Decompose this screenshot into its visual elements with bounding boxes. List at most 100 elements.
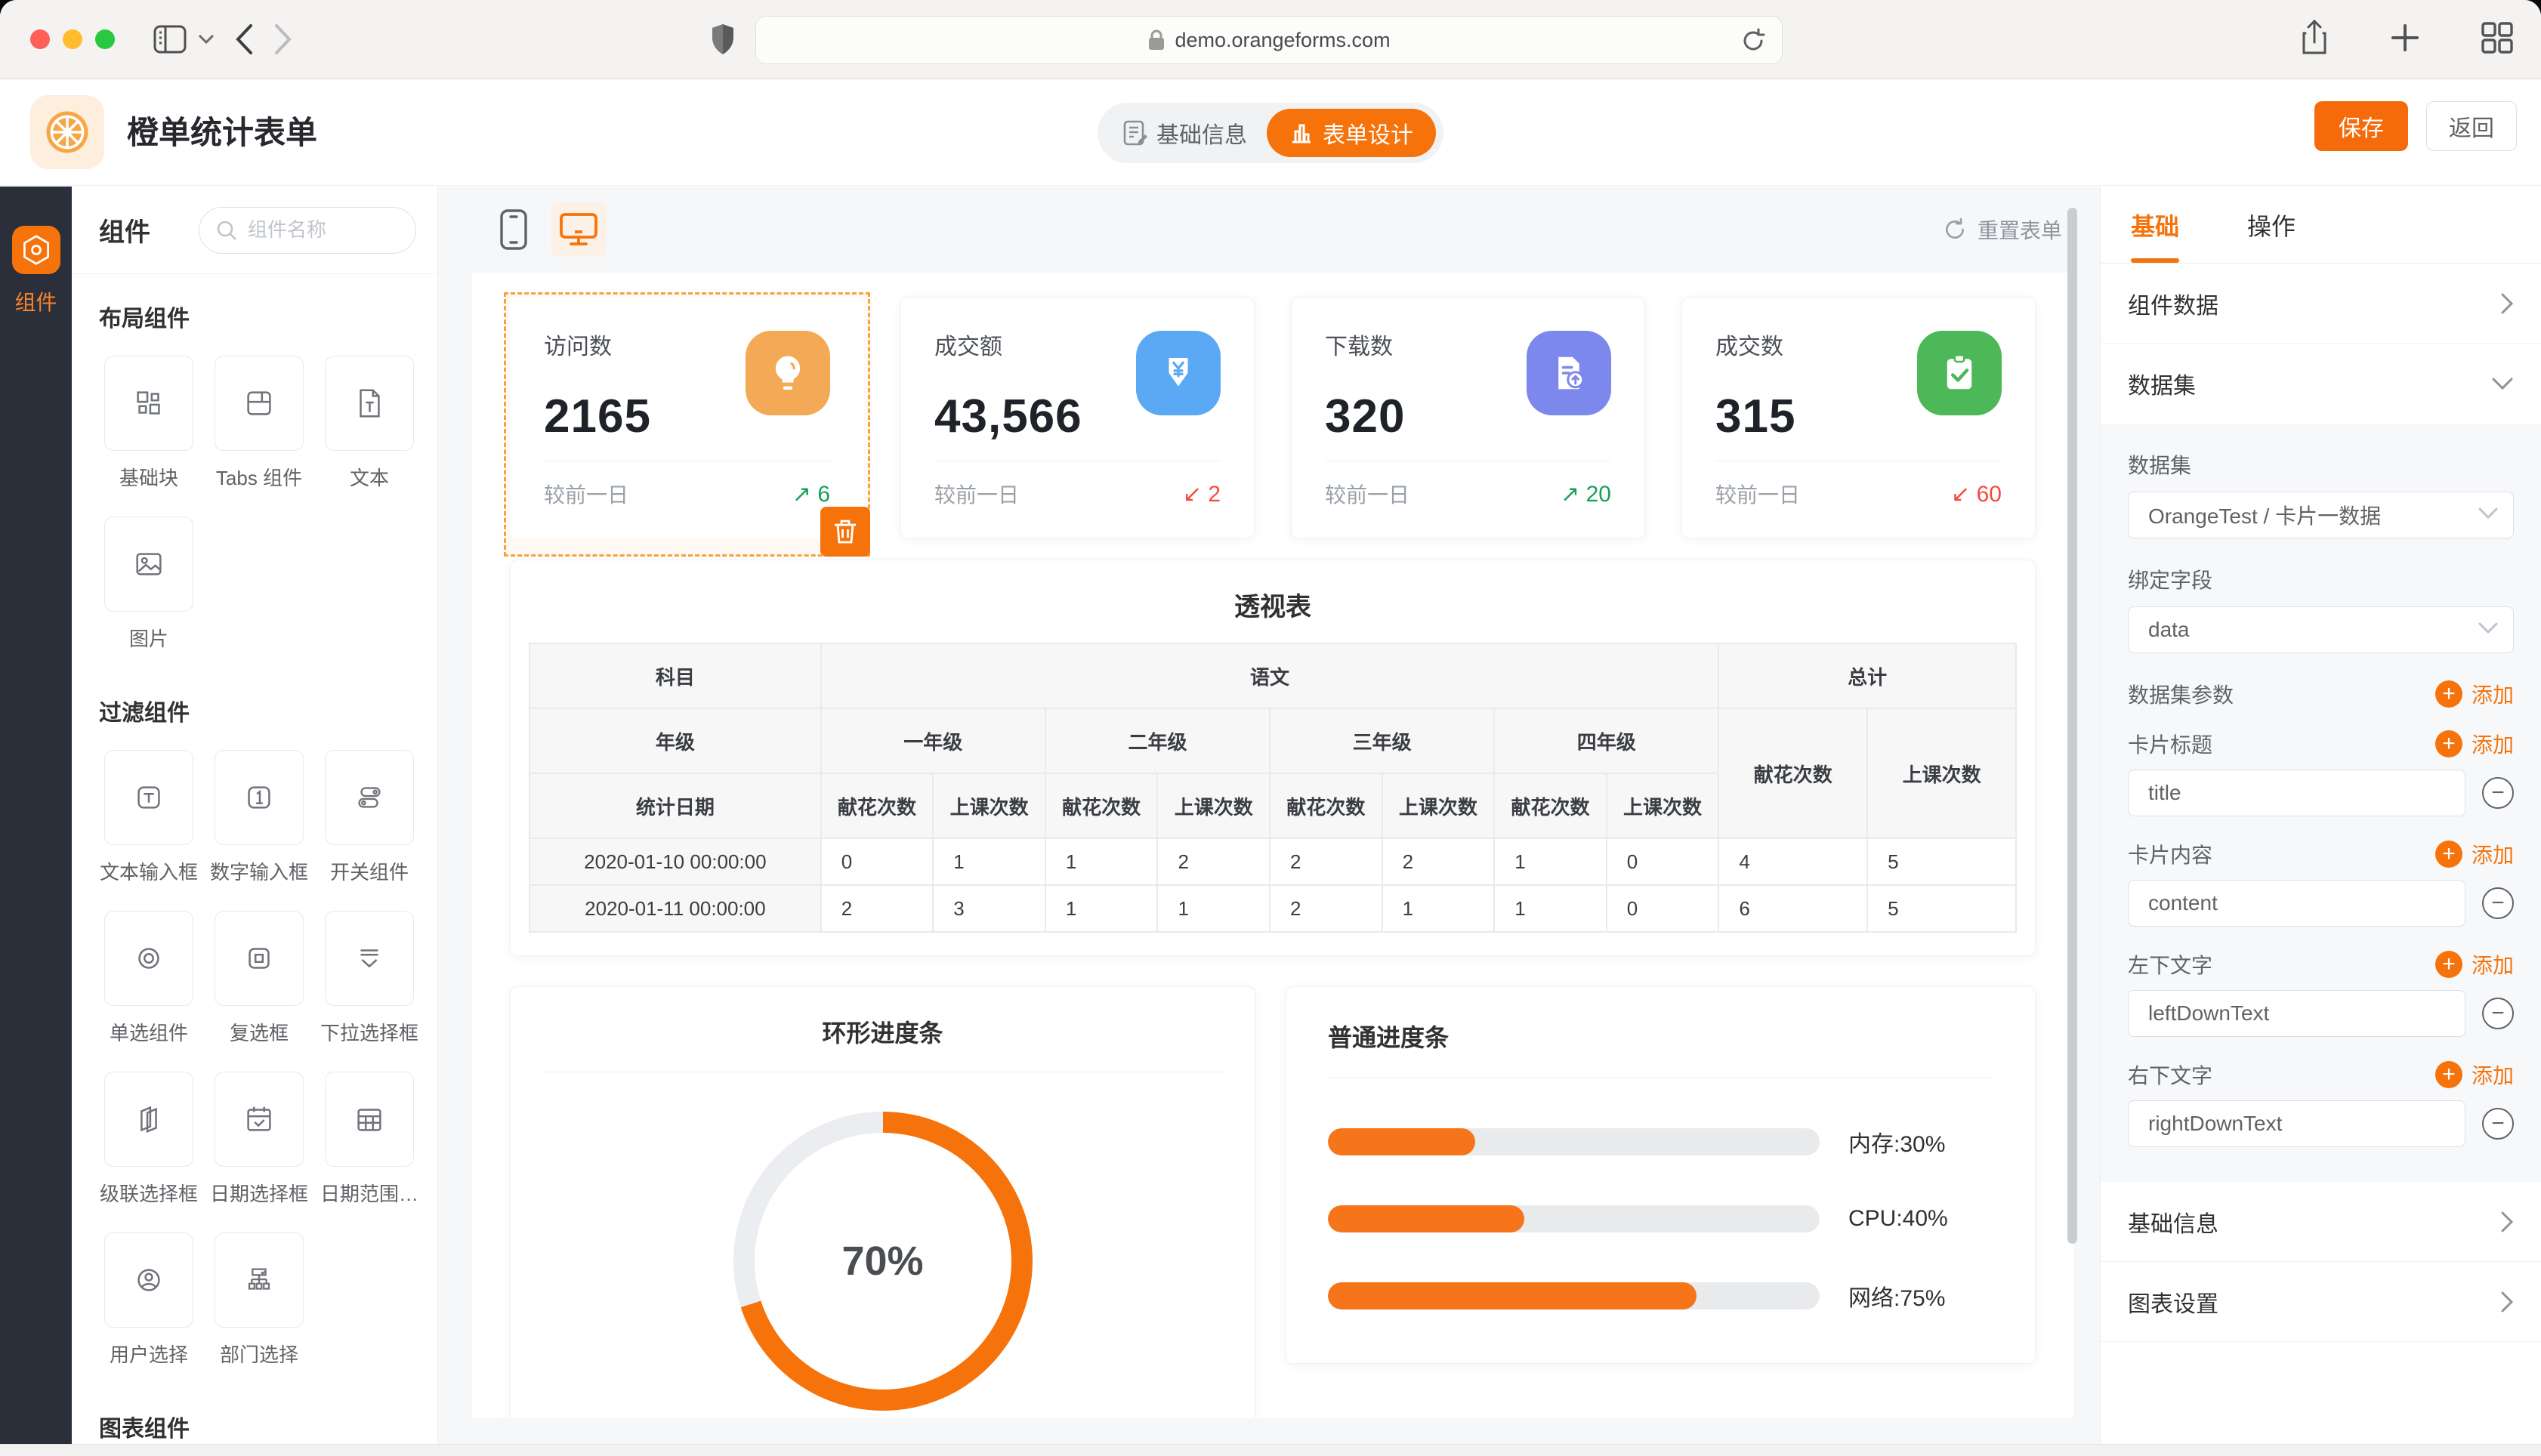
basic-info-row[interactable]: 基础信息 (2101, 1182, 2541, 1262)
component-tile-date-range[interactable]: 日期范围… (320, 1072, 419, 1207)
add-card-content-button[interactable]: +添加 (2435, 839, 2514, 869)
right-down-text-input[interactable] (2128, 1100, 2465, 1147)
component-tile-checkbox[interactable]: 复选框 (209, 911, 309, 1046)
card-title-input[interactable] (2128, 770, 2465, 816)
bulb-icon (746, 331, 830, 415)
component-tile-date-picker[interactable]: 日期选择框 (209, 1072, 309, 1207)
progress-label: 网络:75% (1820, 1279, 1993, 1313)
remove-circle-icon[interactable]: − (2482, 887, 2514, 919)
component-tile-number-input[interactable]: 数字输入框 (209, 750, 309, 885)
pivot-cell: 0 (821, 838, 934, 885)
bar-progress-widget[interactable]: 普通进度条 内存:30% CPU:40% 网络:75% (1286, 986, 2036, 1364)
properties-panel: 基础 操作 组件数据 数据集 数据集 OrangeTest / 卡片一数据 绑定… (2100, 187, 2541, 1456)
stat-card-delta: ↙ 2 (1183, 481, 1221, 507)
card-content-input[interactable] (2128, 880, 2465, 927)
form-canvas[interactable]: 访问数 2165 较前一日 ↗ 6 (472, 273, 2073, 1418)
chevron-right-icon (2500, 1211, 2514, 1233)
desktop-preview-button[interactable] (551, 202, 606, 257)
trash-icon (832, 518, 858, 545)
component-tile-dept-select[interactable]: 部门选择 (209, 1232, 309, 1368)
tab-basic-info[interactable]: 基础信息 (1123, 116, 1247, 150)
delete-component-button[interactable] (820, 507, 870, 557)
rail-components-button[interactable] (12, 226, 60, 274)
pivot-cell: 1 (1494, 885, 1607, 932)
pivot-cell: 1 (1494, 838, 1607, 885)
app-header: 橙单统计表单 基础信息 表单设计 保存 返回 (0, 80, 2541, 186)
address-bar[interactable]: demo.orangeforms.com (755, 16, 1783, 64)
component-tile-text-input[interactable]: 文本输入框 (99, 750, 199, 885)
new-tab-icon[interactable] (2390, 23, 2420, 53)
pivot-header-cell: 献花次数 (1494, 773, 1607, 838)
remove-circle-icon[interactable]: − (2482, 1108, 2514, 1140)
remove-circle-icon[interactable]: − (2482, 998, 2514, 1029)
tab-form-design[interactable]: 表单设计 (1267, 109, 1436, 157)
canvas-scrollbar[interactable] (2067, 208, 2077, 1244)
add-card-title-button[interactable]: +添加 (2435, 729, 2514, 759)
dataset-section-row[interactable]: 数据集 (2101, 344, 2541, 424)
component-data-row[interactable]: 组件数据 (2101, 264, 2541, 344)
add-left-down-text-button[interactable]: +添加 (2435, 949, 2514, 979)
tab-actions[interactable]: 操作 (2247, 187, 2296, 263)
refresh-icon (1943, 217, 1967, 242)
add-param-button[interactable]: + 添加 (2435, 679, 2514, 709)
minimize-window-button[interactable] (63, 29, 82, 49)
select-icon (352, 941, 387, 976)
component-tile-cascade[interactable]: 级联选择框 (99, 1072, 199, 1207)
chevron-down-icon (2491, 377, 2514, 390)
stat-card-turnover[interactable]: 成交额 43,566 较前一日 ↙ 2 (900, 297, 1255, 538)
chevron-down-icon (2478, 507, 2498, 520)
horizontal-scrollbar-track[interactable] (0, 1444, 2541, 1456)
component-tile-image[interactable]: 图片 (99, 517, 199, 652)
tab-basic[interactable]: 基础 (2131, 187, 2179, 263)
reload-icon[interactable] (1740, 27, 1767, 54)
component-tile-user-select[interactable]: 用户选择 (99, 1232, 199, 1368)
component-tile-tabs[interactable]: Tabs 组件 (209, 356, 309, 491)
tab-overview-icon[interactable] (2481, 21, 2514, 54)
stat-card-downloads[interactable]: 下载数 320 较前一日 ↗ 20 (1291, 297, 1645, 538)
chart-settings-row[interactable]: 图表设置 (2101, 1262, 2541, 1342)
pivot-header-cell: 上课次数 (1157, 773, 1270, 838)
forward-icon[interactable] (273, 23, 293, 55)
pivot-cell: 2 (1270, 838, 1382, 885)
zoom-window-button[interactable] (95, 29, 115, 49)
component-tile-text[interactable]: 文本 (320, 356, 419, 491)
component-tile-switch[interactable]: 开关组件 (320, 750, 419, 885)
remove-circle-icon[interactable]: − (2482, 777, 2514, 809)
section-title-filter: 过滤组件 (99, 694, 416, 727)
pivot-cell: 2 (1157, 838, 1270, 885)
privacy-shield-icon[interactable] (710, 23, 736, 56)
chevron-down-icon[interactable] (198, 34, 215, 45)
page-title: 橙单统计表单 (127, 101, 317, 165)
ring-progress-value: 70% (841, 1238, 923, 1285)
back-button[interactable]: 返回 (2426, 101, 2517, 151)
pivot-cell: 0 (1607, 838, 1719, 885)
mobile-preview-button[interactable] (486, 202, 541, 257)
save-button[interactable]: 保存 (2314, 101, 2408, 151)
add-right-down-text-button[interactable]: +添加 (2435, 1060, 2514, 1090)
pivot-table-widget[interactable]: 透视表 科目 语文 总计 年级 (510, 560, 2036, 956)
plus-circle-icon: + (2435, 1061, 2462, 1088)
pivot-cell: 1 (1382, 885, 1495, 932)
dataset-select[interactable]: OrangeTest / 卡片一数据 (2128, 492, 2514, 538)
component-tile-basic-block[interactable]: 基础块 (99, 356, 199, 491)
bar-progress-title: 普通进度条 (1328, 987, 1993, 1078)
pivot-cell: 2 (1270, 885, 1382, 932)
plus-circle-icon: + (2435, 951, 2462, 978)
bind-field-select[interactable]: data (2128, 606, 2514, 653)
component-tile-select[interactable]: 下拉选择框 (320, 911, 419, 1046)
stat-card-visits[interactable]: 访问数 2165 较前一日 ↗ 6 (510, 297, 864, 538)
left-down-text-input[interactable] (2128, 990, 2465, 1037)
component-tile-radio[interactable]: 单选组件 (99, 911, 199, 1046)
stat-card-deals[interactable]: 成交数 315 较前一日 ↙ 60 (1681, 297, 2036, 538)
rail-components-label: 组件 (14, 286, 57, 316)
sidebar-toggle-icon[interactable] (153, 24, 187, 54)
text-input-icon (131, 780, 166, 815)
close-window-button[interactable] (30, 29, 50, 49)
back-icon[interactable] (234, 23, 254, 55)
ring-progress-widget[interactable]: 环形进度条 70% (510, 986, 1255, 1418)
url-text: demo.orangeforms.com (1175, 29, 1390, 52)
reset-form-button[interactable]: 重置表单 (1943, 214, 2062, 245)
pivot-header-cell: 上课次数 (933, 773, 1045, 838)
share-icon[interactable] (2299, 20, 2330, 56)
pivot-header-cell: 三年级 (1270, 708, 1494, 773)
